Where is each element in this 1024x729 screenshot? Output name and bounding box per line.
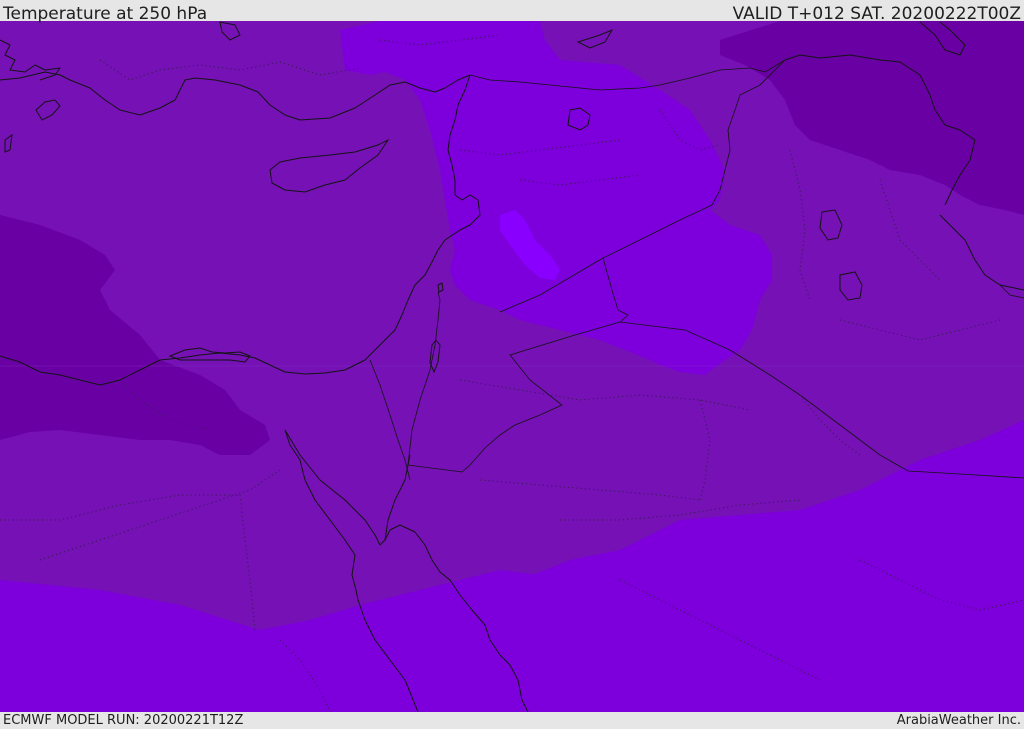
credit-label: ArabiaWeather Inc. xyxy=(896,713,1021,728)
header-bar: Temperature at 250 hPa VALID T+012 SAT. … xyxy=(0,0,1024,24)
valid-time-label: VALID T+012 SAT. 20200222T00Z xyxy=(732,4,1021,24)
map-title: Temperature at 250 hPa xyxy=(3,4,208,24)
model-run-label: ECMWF MODEL RUN: 20200221T12Z xyxy=(3,713,244,728)
map-panel xyxy=(0,21,1024,712)
footer-bar: ECMWF MODEL RUN: 20200221T12Z ArabiaWeat… xyxy=(0,712,1024,729)
temperature-map xyxy=(0,21,1024,712)
